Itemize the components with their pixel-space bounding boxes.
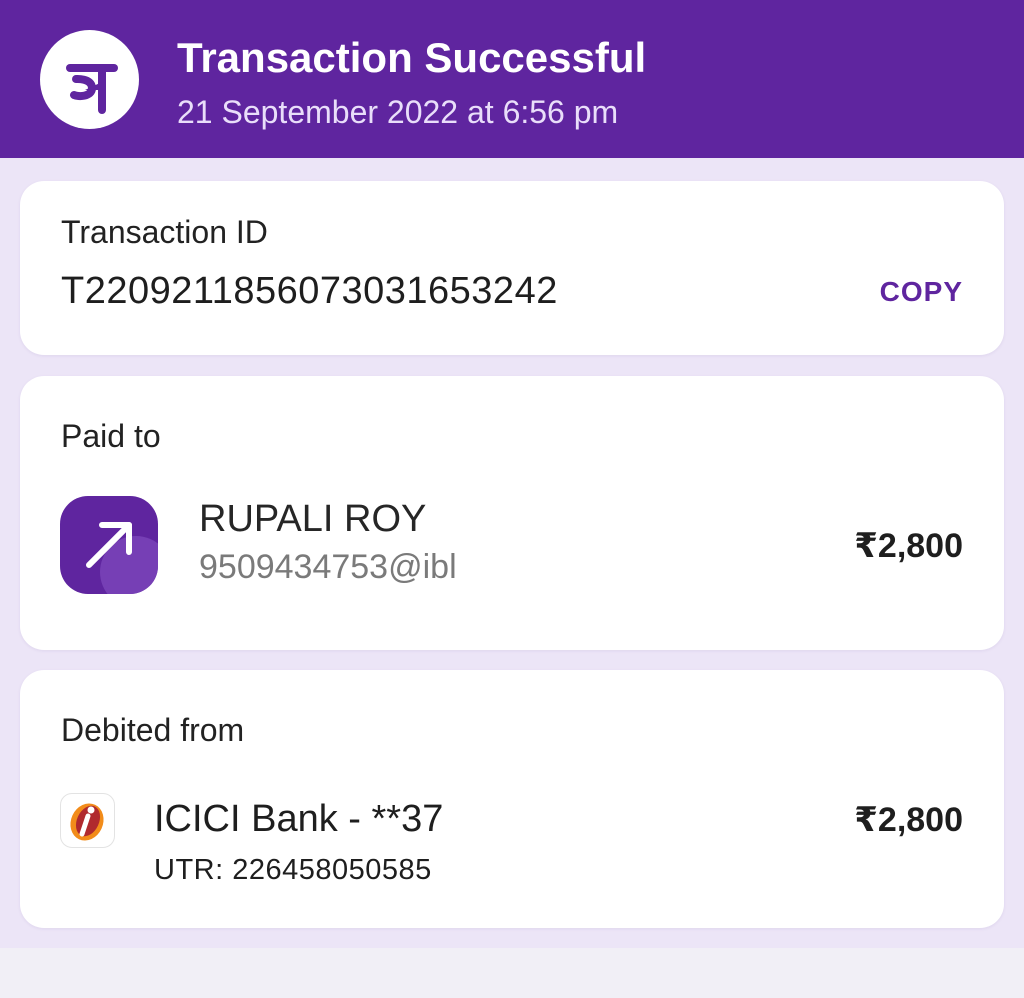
arrow-up-right-icon — [60, 496, 158, 594]
copy-button[interactable]: COPY — [880, 276, 963, 308]
debited-from-label: Debited from — [61, 712, 245, 748]
bottom-area — [0, 948, 1024, 998]
payee-upi-id: 9509434753@ibl — [199, 548, 457, 586]
transaction-timestamp: 21 September 2022 at 6:56 pm — [177, 94, 619, 130]
icici-bank-logo-icon — [60, 793, 115, 848]
paid-amount: ₹2,800 — [854, 527, 963, 565]
payee-name: RUPALI ROY — [199, 498, 427, 540]
transaction-details-screen: Transaction Successful 21 September 2022… — [0, 0, 1024, 998]
transaction-id-value: T2209211856073031653242 — [61, 270, 558, 312]
phonepe-logo-icon — [40, 30, 139, 129]
bank-account-name: ICICI Bank - **37 — [154, 798, 444, 840]
transaction-id-label: Transaction ID — [61, 214, 268, 250]
debited-amount: ₹2,800 — [854, 801, 963, 839]
debited-from-card[interactable]: Debited from ICICI Bank - **37 UTR: 2264… — [20, 670, 1004, 928]
status-title: Transaction Successful — [177, 34, 647, 81]
utr-number: UTR: 226458050585 — [154, 854, 432, 886]
status-header: Transaction Successful 21 September 2022… — [0, 0, 1024, 158]
paid-to-label: Paid to — [61, 418, 161, 454]
paid-to-card[interactable]: Paid to RUPALI ROY 9509434753@ibl ₹2,800 — [20, 376, 1004, 650]
transaction-id-card: Transaction ID T2209211856073031653242 C… — [20, 181, 1004, 355]
